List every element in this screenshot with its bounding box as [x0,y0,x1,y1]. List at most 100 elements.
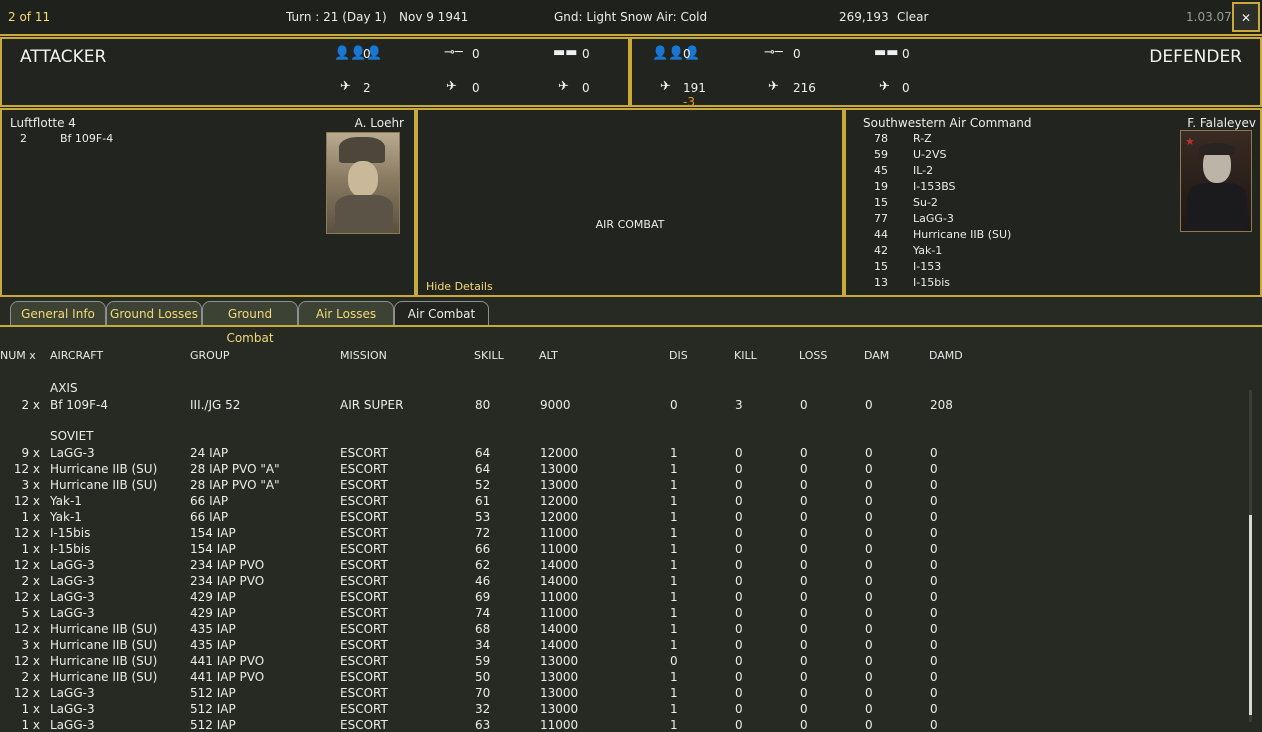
col-mission[interactable]: MISSION [340,349,387,362]
attacker-summary: ATTACKER 👤👤👤 0 ⊸─ 0 ▬▬ 0 ✈ 2 ✈ 0 ✈ 0 [0,37,630,107]
cell-alt: 12000 [540,446,579,460]
attacker-unit-type: Bf 109F-4 [60,132,114,145]
cell-aircraft: Hurricane IIB (SU) [50,622,158,636]
cell-num: 12 x [13,558,40,572]
attacker-commander-name: A. Loehr [354,116,404,130]
hide-details-link[interactable]: Hide Details [426,280,493,293]
cell-dam: 0 [865,446,873,460]
cell-loss: 0 [800,398,808,412]
cell-num: 1 x [21,702,40,716]
tab-ground-combat[interactable]: Ground Combat [202,301,298,345]
col-skill[interactable]: SKILL [474,349,504,362]
scrollbar-thumb[interactable] [1249,515,1252,715]
cell-kill: 0 [735,686,743,700]
col-aircraft[interactable]: AIRCRAFT [50,349,103,362]
col-alt[interactable]: ALT [539,349,558,362]
cell-group: 154 IAP [190,526,236,540]
cell-damd: 0 [930,606,938,620]
cell-damd: 0 [930,718,938,732]
cell-damd: 0 [930,670,938,684]
cell-dam: 0 [865,574,873,588]
cell-dis: 1 [670,702,678,716]
defender-men: 0 [683,47,691,61]
cell-skill: 64 [475,462,491,476]
cell-mission: ESCORT [340,542,388,556]
cell-damd: 0 [930,574,938,588]
fighter-icon: ✈ [340,79,351,94]
defender-unit-type: LaGG-3 [913,212,954,225]
tab-air-losses[interactable]: Air Losses [298,301,394,325]
cell-dis: 1 [670,622,678,636]
cell-dam: 0 [865,702,873,716]
cell-aircraft: Bf 109F-4 [50,398,109,412]
cell-alt: 12000 [540,494,579,508]
defender-unit-type: R-Z [913,132,932,145]
defender-unit-type: Su-2 [913,196,938,209]
cell-dam: 0 [865,510,873,524]
cell-skill: 34 [475,638,491,652]
cell-dis: 1 [670,686,678,700]
cell-mission: ESCORT [340,558,388,572]
attacker-title: ATTACKER [20,47,107,67]
cell-kill: 0 [735,462,743,476]
tank-icon: ▬▬ [874,45,899,60]
cell-skill: 70 [475,686,491,700]
cell-damd: 0 [930,494,938,508]
cell-aircraft: Hurricane IIB (SU) [50,654,158,668]
cell-skill: 53 [475,510,491,524]
cell-alt: 11000 [540,590,579,604]
cell-mission: ESCORT [340,686,388,700]
cell-skill: 50 [475,670,491,684]
cell-skill: 80 [475,398,491,412]
cell-kill: 0 [735,718,743,732]
cell-alt: 13000 [540,686,579,700]
cell-dis: 1 [670,670,678,684]
cell-group: 66 IAP [190,494,229,508]
cell-dam: 0 [865,686,873,700]
recon-plane-icon: ✈ [558,79,569,94]
col-num[interactable]: NUM x [0,349,36,362]
col-loss[interactable]: LOSS [799,349,827,362]
tab-air-combat[interactable]: Air Combat [394,301,489,325]
col-kill[interactable]: KILL [734,349,757,362]
col-group[interactable]: GROUP [190,349,230,362]
cell-kill: 0 [735,702,743,716]
cell-mission: ESCORT [340,622,388,636]
cell-loss: 0 [800,558,808,572]
attacker-bombers: 0 [472,81,480,95]
tab-general-info[interactable]: General Info [10,301,106,325]
tank-icon: ▬▬ [553,45,578,60]
cell-kill: 0 [735,446,743,460]
cell-group: 512 IAP [190,686,236,700]
cell-loss: 0 [800,446,808,460]
cell-skill: 52 [475,478,491,492]
close-button[interactable]: ✕ [1232,2,1260,32]
cell-dis: 1 [670,494,678,508]
attacker-men: 0 [363,47,371,61]
cell-group: 435 IAP [190,638,236,652]
cell-aircraft: Hurricane IIB (SU) [50,462,158,476]
cell-dis: 1 [670,638,678,652]
cell-mission: ESCORT [340,606,388,620]
col-dis[interactable]: DIS [669,349,688,362]
defender-commander-portrait[interactable]: ★ [1180,130,1252,232]
cell-aircraft: LaGG-3 [50,558,95,572]
col-damd[interactable]: DAMD [929,349,963,362]
cell-damd: 0 [930,510,938,524]
group-header-soviet: SOVIET [50,429,94,443]
cell-alt: 13000 [540,478,579,492]
cell-dis: 0 [670,398,678,412]
attacker-commander-portrait[interactable] [326,132,400,234]
defender-unit-type: Hurricane IIB (SU) [913,228,1012,241]
defender-unit-count: 15 [874,260,888,273]
cell-aircraft: Hurricane IIB (SU) [50,478,158,492]
cell-kill: 0 [735,478,743,492]
defender-fighters-delta: -3 [683,95,695,109]
attacker-unit-count: 2 [20,132,27,145]
cell-num: 12 x [13,526,40,540]
defender-unit-type: I-153BS [913,180,956,193]
cell-group: 154 IAP [190,542,236,556]
cell-group: 24 IAP [190,446,229,460]
col-dam[interactable]: DAM [864,349,889,362]
tab-ground-losses[interactable]: Ground Losses [106,301,202,325]
